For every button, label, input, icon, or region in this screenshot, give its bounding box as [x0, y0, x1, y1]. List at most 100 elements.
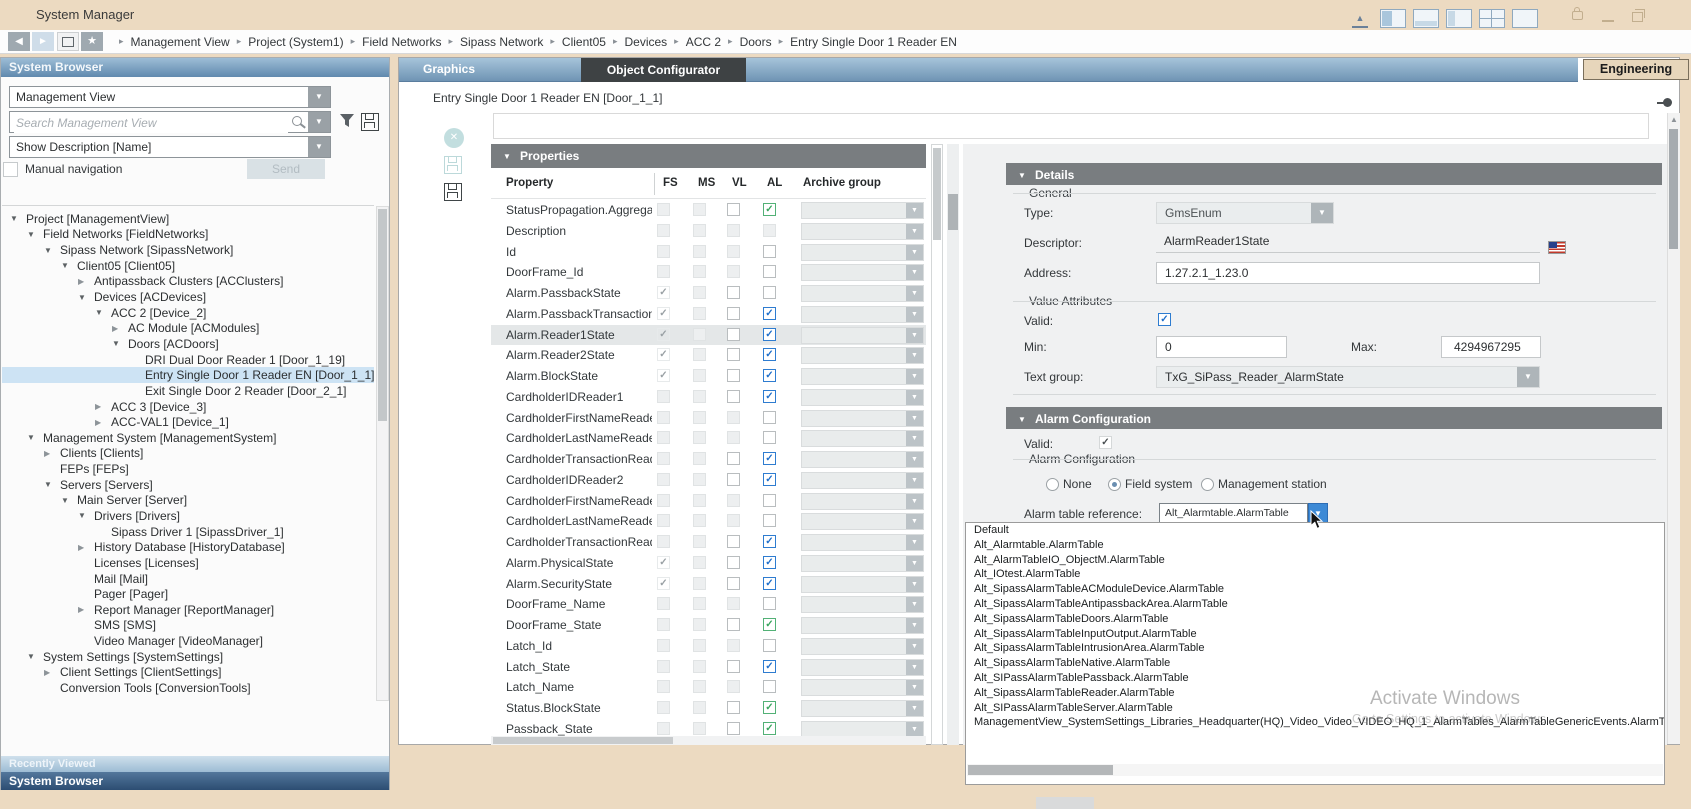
forward-icon[interactable]: ►	[32, 32, 54, 51]
vl-checkbox[interactable]	[727, 577, 740, 590]
chevron-down-icon[interactable]: ▼	[906, 701, 923, 716]
restore-icon[interactable]	[1632, 12, 1643, 22]
al-checkbox[interactable]: ✓	[763, 556, 776, 569]
archive-group-dropdown[interactable]: ▼	[801, 306, 924, 323]
al-checkbox[interactable]: ✓	[763, 577, 776, 590]
al-checkbox[interactable]: ✓	[763, 307, 776, 320]
properties-section-header[interactable]: ▼ Properties	[491, 144, 926, 168]
descriptor-field[interactable]: AlarmReader1State	[1156, 232, 1540, 253]
vl-checkbox[interactable]	[727, 660, 740, 673]
archive-group-dropdown[interactable]: ▼	[801, 472, 924, 489]
chevron-down-icon[interactable]: ▼	[906, 639, 923, 654]
vl-checkbox[interactable]	[727, 348, 740, 361]
tree-item[interactable]: ▼Doors [ACDoors]	[2, 336, 374, 352]
min-field[interactable]: 0	[1156, 336, 1287, 358]
properties-hscrollbar-thumb[interactable]	[493, 737, 673, 744]
al-checkbox[interactable]	[763, 494, 776, 507]
tree-item[interactable]: Sipass Driver 1 [SipassDriver_1]	[2, 524, 374, 540]
favorites-star-icon[interactable]: ★	[81, 32, 103, 51]
tree-scrollbar-thumb[interactable]	[378, 209, 387, 421]
tree-expanded-icon[interactable]: ▼	[10, 214, 26, 223]
al-checkbox[interactable]: ✓	[763, 660, 776, 673]
archive-group-dropdown[interactable]: ▼	[801, 576, 924, 593]
al-checkbox[interactable]: ✓	[763, 722, 776, 735]
chevron-down-icon[interactable]: ▼	[906, 265, 923, 280]
al-checkbox[interactable]	[763, 411, 776, 424]
back-icon[interactable]: ◀	[8, 32, 30, 51]
chevron-down-icon[interactable]: ▼	[906, 224, 923, 239]
tree-item[interactable]: ▼Client05 [Client05]	[2, 258, 374, 274]
pin-icon[interactable]	[1657, 98, 1673, 108]
chevron-down-icon[interactable]: ▼	[906, 369, 923, 384]
al-checkbox[interactable]	[763, 639, 776, 652]
tree-item[interactable]: Licenses [Licenses]	[2, 555, 374, 571]
chevron-down-icon[interactable]: ▼	[906, 535, 923, 550]
tab-object-configurator[interactable]: Object Configurator	[581, 58, 746, 82]
vl-checkbox[interactable]	[727, 286, 740, 299]
tree-collapsed-icon[interactable]: ▶	[44, 449, 60, 458]
archive-group-dropdown[interactable]: ▼	[801, 493, 924, 510]
tree-item[interactable]: ▶ACC-VAL1 [Device_1]	[2, 414, 374, 430]
tree-item[interactable]: Mail [Mail]	[2, 571, 374, 587]
tree-item[interactable]: Video Manager [VideoManager]	[2, 633, 374, 649]
al-checkbox[interactable]	[763, 514, 776, 527]
engineering-button[interactable]: Engineering	[1583, 59, 1689, 80]
tree-scrollbar[interactable]	[376, 206, 389, 701]
al-checkbox[interactable]: ✓	[763, 535, 776, 548]
tree-expanded-icon[interactable]: ▼	[44, 480, 60, 489]
chevron-down-icon[interactable]: ▼	[906, 307, 923, 322]
al-checkbox[interactable]: ✓	[763, 328, 776, 341]
archive-group-dropdown[interactable]: ▼	[801, 617, 924, 634]
alarm-table-reference-combo[interactable]: Alt_Alarmtable.AlarmTable	[1159, 503, 1308, 524]
tree-collapsed-icon[interactable]: ▶	[95, 418, 111, 427]
tree-collapsed-icon[interactable]: ▶	[95, 402, 111, 411]
al-checkbox[interactable]: ✓	[763, 348, 776, 361]
dropdown-option[interactable]: Alt_SIPassAlarmTablePassback.AlarmTable	[966, 671, 1664, 686]
al-checkbox[interactable]	[763, 245, 776, 258]
column-header-vl[interactable]: VL	[732, 177, 747, 189]
send-button[interactable]: Send	[247, 159, 325, 179]
vl-checkbox[interactable]	[727, 307, 740, 320]
dropdown-option[interactable]: Alt_SipassAlarmTableReader.AlarmTable	[966, 686, 1664, 701]
dropdown-option[interactable]: Alt_SipassAlarmTableInputOutput.AlarmTab…	[966, 627, 1664, 642]
pin-view-icon[interactable]	[57, 32, 79, 51]
archive-group-dropdown[interactable]: ▼	[801, 513, 924, 530]
tree-expanded-icon[interactable]: ▼	[27, 652, 43, 661]
archive-group-dropdown[interactable]: ▼	[801, 410, 924, 427]
filter-icon[interactable]	[339, 113, 355, 128]
column-header-fs[interactable]: FS	[663, 177, 678, 189]
fs-checkbox[interactable]: ✓	[657, 348, 670, 361]
chevron-down-icon[interactable]: ▼	[906, 556, 923, 571]
al-checkbox[interactable]	[763, 597, 776, 610]
archive-group-dropdown[interactable]: ▼	[801, 679, 924, 696]
breadcrumb-item[interactable]: Devices	[624, 35, 667, 49]
archive-group-dropdown[interactable]: ▼	[801, 264, 924, 281]
vl-checkbox[interactable]	[727, 203, 740, 216]
main-scrollbar[interactable]: ▲	[1667, 113, 1680, 744]
chevron-down-icon[interactable]: ▼	[906, 203, 923, 218]
chevron-down-icon[interactable]: ▼	[906, 245, 923, 260]
tree-expanded-icon[interactable]: ▼	[61, 261, 77, 270]
dropdown-option[interactable]: Alt_SipassAlarmTableNative.AlarmTable	[966, 656, 1664, 671]
layout-grid-icon[interactable]	[1479, 9, 1505, 28]
alarm-valid-checkbox[interactable]: ✓	[1099, 436, 1112, 449]
al-checkbox[interactable]: ✓	[763, 369, 776, 382]
chevron-down-icon[interactable]: ▼	[308, 87, 330, 107]
fs-checkbox[interactable]: ✓	[657, 369, 670, 382]
tree-item[interactable]: ▼Project [ManagementView]	[2, 211, 374, 227]
alarm-kind-radio[interactable]	[1046, 478, 1059, 491]
tree-item[interactable]: ▶ACC 3 [Device_3]	[2, 399, 374, 415]
vl-checkbox[interactable]	[727, 328, 740, 341]
al-checkbox[interactable]	[763, 431, 776, 444]
archive-group-dropdown[interactable]: ▼	[801, 389, 924, 406]
panel-splitter-thumb[interactable]	[948, 194, 958, 230]
column-header-archive-group[interactable]: Archive group	[803, 177, 881, 189]
max-field[interactable]: 4294967295	[1441, 336, 1541, 358]
archive-group-dropdown[interactable]: ▼	[801, 244, 924, 261]
archive-group-dropdown[interactable]: ▼	[801, 347, 924, 364]
chevron-down-icon[interactable]: ▼	[906, 431, 923, 446]
breadcrumb-item[interactable]: Client05	[562, 35, 606, 49]
save-filter-icon[interactable]	[361, 113, 379, 131]
chevron-down-icon[interactable]: ▼	[906, 618, 923, 633]
tree-item[interactable]: ▼Management System [ManagementSystem]	[2, 430, 374, 446]
